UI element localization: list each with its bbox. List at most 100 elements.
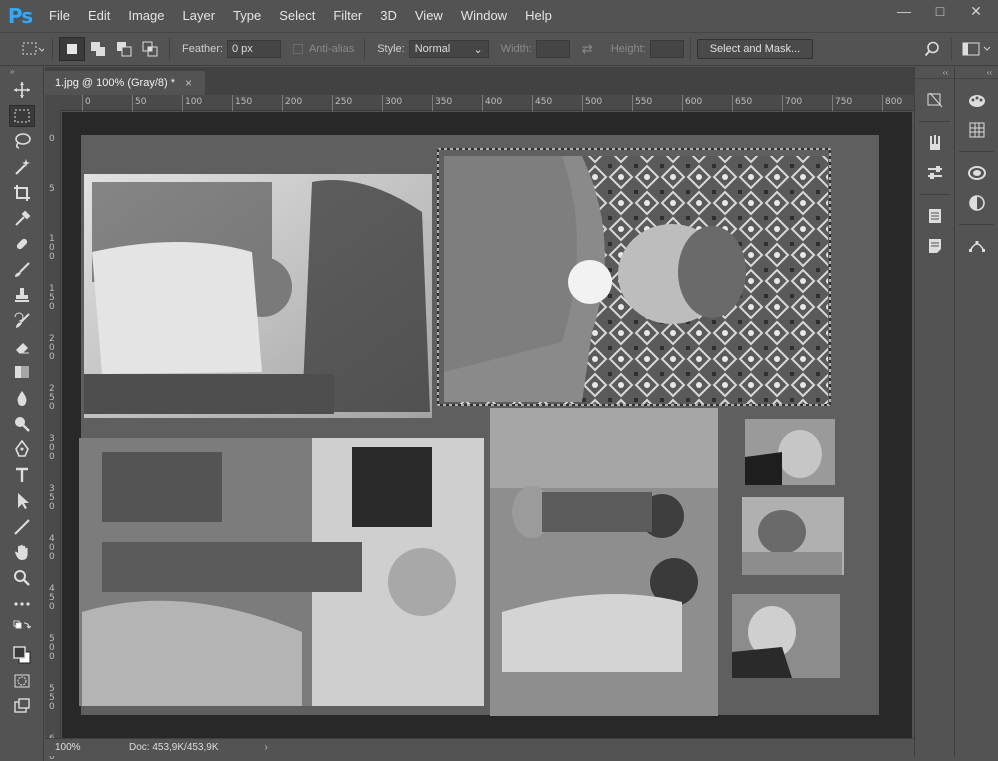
ruler-tick <box>382 95 383 111</box>
collapse-panels-icon[interactable]: ‹‹ <box>915 67 954 79</box>
eyedropper-tool-button[interactable] <box>0 205 44 231</box>
ruler-tick <box>882 95 883 111</box>
healing-brush-tool-button[interactable] <box>0 231 44 257</box>
gradient-tool-button[interactable] <box>0 360 44 386</box>
dodge-tool-button[interactable] <box>0 411 44 437</box>
select-and-mask-button[interactable]: Select and Mask... <box>696 39 814 59</box>
eraser-tool-button[interactable] <box>0 334 44 360</box>
separator <box>919 194 950 195</box>
brush-tool-button[interactable] <box>0 257 44 283</box>
color-palette-icon[interactable] <box>955 85 998 115</box>
menu-3d[interactable]: 3D <box>371 0 406 32</box>
menu-view[interactable]: View <box>406 0 452 32</box>
crop-tool-button[interactable] <box>0 180 44 206</box>
menu-file[interactable]: File <box>40 0 79 32</box>
swap-colors-button[interactable] <box>0 616 44 642</box>
path-selection-tool-button[interactable] <box>0 488 44 514</box>
document-tab-bar: 1.jpg @ 100% (Gray/8) * × <box>45 67 914 95</box>
height-input[interactable] <box>649 40 684 58</box>
intersect-selection-icon[interactable] <box>137 37 163 61</box>
zoom-level[interactable]: 100% <box>45 742 85 753</box>
ruler-tick-label: 3 5 0 <box>49 484 55 512</box>
quick-mask-button[interactable] <box>0 668 44 694</box>
antialias-label: Anti-alias <box>308 43 355 55</box>
ruler-corner <box>45 95 61 111</box>
lasso-tool-button[interactable] <box>0 128 44 154</box>
subtract-from-selection-icon[interactable] <box>111 37 137 61</box>
collapse-panels-icon[interactable]: ‹‹ <box>955 67 998 79</box>
hand-tool-button[interactable] <box>0 539 44 565</box>
width-label: Width: <box>500 43 532 55</box>
options-bar: Feather: Anti-alias Style: Normal ⌄ Widt… <box>0 32 998 66</box>
horizontal-ruler[interactable]: 0 50 100 150 200 250 300 350 400 450 500 550 600 650 7… <box>61 95 914 111</box>
menu-edit[interactable]: Edit <box>79 0 119 32</box>
history-icon[interactable] <box>915 201 954 231</box>
ruler-tick <box>532 95 533 111</box>
close-window-button[interactable]: ✕ <box>958 0 994 22</box>
document-tab[interactable]: 1.jpg @ 100% (Gray/8) * × <box>45 71 205 95</box>
ruler-tick-label: 5 <box>49 184 55 194</box>
menu-filter[interactable]: Filter <box>324 0 371 32</box>
rectangular-marquee-tool-button[interactable] <box>0 103 44 129</box>
width-input[interactable] <box>535 40 570 58</box>
menu-help[interactable]: Help <box>516 0 561 32</box>
menu-window[interactable]: Window <box>452 0 516 32</box>
workspace-switcher-icon[interactable] <box>958 37 998 61</box>
type-tool-button[interactable] <box>0 462 44 488</box>
maximize-button[interactable]: □ <box>922 0 958 22</box>
ruler-tick-label: 1 0 0 <box>49 234 55 262</box>
tool-frame <box>9 182 35 204</box>
menu-layer[interactable]: Layer <box>174 0 225 32</box>
status-menu-icon[interactable]: › <box>265 742 268 753</box>
paths-icon[interactable] <box>955 231 998 261</box>
ruler-tick-label: 5 5 0 <box>49 684 55 712</box>
foreground-background-colors-button[interactable] <box>0 642 44 668</box>
search-icon[interactable] <box>919 37 945 61</box>
pen-tool-button[interactable] <box>0 437 44 463</box>
adjustments-icon[interactable] <box>955 188 998 218</box>
ruler-tick <box>232 95 233 111</box>
vertical-ruler[interactable]: 0 5 1 0 0 1 5 0 2 0 0 2 5 0 3 0 0 3 5 0 4 0 0 4 5… <box>45 111 61 761</box>
more-tools-button[interactable] <box>0 591 44 617</box>
marquee-preset-icon[interactable] <box>20 37 46 61</box>
scanned-photos-image[interactable] <box>62 112 912 738</box>
swatches-icon[interactable] <box>955 115 998 145</box>
tool-frame <box>9 104 35 127</box>
properties-icon[interactable] <box>915 158 954 188</box>
menu-type[interactable]: Type <box>224 0 270 32</box>
separator <box>169 38 170 60</box>
ruler-tick <box>732 95 733 111</box>
new-selection-icon[interactable] <box>59 37 85 61</box>
navigator-icon[interactable] <box>915 85 954 115</box>
magic-wand-tool-button[interactable] <box>0 154 44 180</box>
move-tool-button[interactable] <box>0 77 44 103</box>
menu-image[interactable]: Image <box>119 0 173 32</box>
minimize-button[interactable]: — <box>886 0 922 22</box>
status-bar: 100% Doc: 453,9K/453,9K › <box>45 738 914 756</box>
ruler-tick-label: 350 <box>435 97 453 107</box>
swap-dimensions-icon[interactable]: ⇄ <box>582 41 593 57</box>
close-tab-icon[interactable]: × <box>185 76 192 90</box>
ruler-tick <box>132 95 133 111</box>
notes-icon[interactable] <box>915 231 954 261</box>
menu-items: File Edit Image Layer Type Select Filter 3D View… <box>40 0 561 32</box>
ruler-tick-label: 4 5 0 <box>49 584 55 612</box>
brushes-icon[interactable] <box>915 128 954 158</box>
tool-frame <box>9 259 35 281</box>
dodge-tool-icon <box>15 416 30 432</box>
canvas-area[interactable] <box>62 112 912 738</box>
libraries-icon[interactable] <box>955 158 998 188</box>
feather-input[interactable] <box>226 40 281 58</box>
add-to-selection-icon[interactable] <box>85 37 111 61</box>
clone-stamp-tool-button[interactable] <box>0 283 44 309</box>
blur-tool-button[interactable] <box>0 385 44 411</box>
history-brush-tool-button[interactable] <box>0 308 44 334</box>
screen-mode-button[interactable] <box>0 694 44 720</box>
style-select[interactable]: Normal ⌄ <box>408 40 489 58</box>
zoom-tool-button[interactable] <box>0 565 44 591</box>
tools-collapse-icon[interactable]: » <box>0 67 43 77</box>
line-tool-button[interactable] <box>0 514 44 540</box>
antialias-checkbox[interactable] <box>292 44 303 54</box>
path-selection-tool-icon <box>18 492 29 509</box>
menu-select[interactable]: Select <box>270 0 324 32</box>
